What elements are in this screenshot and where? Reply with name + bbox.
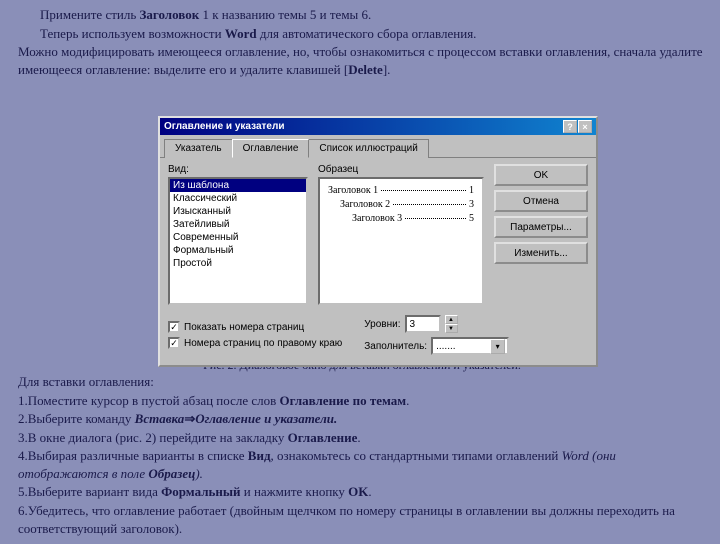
preview-label: Образец: [318, 164, 484, 175]
help-icon[interactable]: ?: [563, 120, 577, 133]
list-item[interactable]: Изысканный: [170, 205, 306, 218]
checkbox-icon: ✓: [168, 337, 180, 349]
tab-toc[interactable]: Оглавление: [232, 139, 310, 158]
options-button[interactable]: Параметры...: [494, 216, 588, 238]
list-item[interactable]: Затейливый: [170, 218, 306, 231]
list-item[interactable]: Классический: [170, 192, 306, 205]
close-icon[interactable]: ×: [578, 120, 592, 133]
fill-label: Заполнитель:: [364, 341, 427, 352]
ok-button[interactable]: OK: [494, 164, 588, 186]
dialog-titlebar[interactable]: Оглавление и указатели ? ×: [160, 118, 596, 135]
dialog-title: Оглавление и указатели: [164, 121, 284, 132]
vid-label: Вид:: [168, 164, 308, 175]
cancel-button[interactable]: Отмена: [494, 190, 588, 212]
list-item[interactable]: Формальный: [170, 244, 306, 257]
checkbox-page-numbers[interactable]: ✓ Показать номера страниц: [168, 321, 342, 333]
levels-input[interactable]: 3: [405, 315, 441, 333]
list-item[interactable]: Из шаблона: [170, 179, 306, 192]
spin-down-icon[interactable]: ▼: [445, 324, 458, 333]
list-item[interactable]: Простой: [170, 257, 306, 270]
modify-button[interactable]: Изменить...: [494, 242, 588, 264]
list-item[interactable]: Современный: [170, 231, 306, 244]
dialog-tabs: Указатель Оглавление Список иллюстраций: [160, 135, 596, 158]
checkbox-icon: ✓: [168, 321, 180, 333]
fill-dropdown[interactable]: .......: [431, 337, 509, 355]
levels-label: Уровни:: [364, 319, 400, 330]
preview-box: Заголовок 11 Заголовок 23 Заголовок 35: [318, 177, 484, 305]
tab-index[interactable]: Указатель: [164, 139, 233, 158]
vid-listbox[interactable]: Из шаблона Классический Изысканный Затей…: [168, 177, 308, 305]
checkbox-right-align[interactable]: ✓ Номера страниц по правому краю: [168, 337, 342, 349]
toc-dialog: Оглавление и указатели ? × Указатель Огл…: [158, 116, 598, 367]
spin-up-icon[interactable]: ▲: [445, 315, 458, 324]
tab-figures[interactable]: Список иллюстраций: [308, 139, 428, 158]
